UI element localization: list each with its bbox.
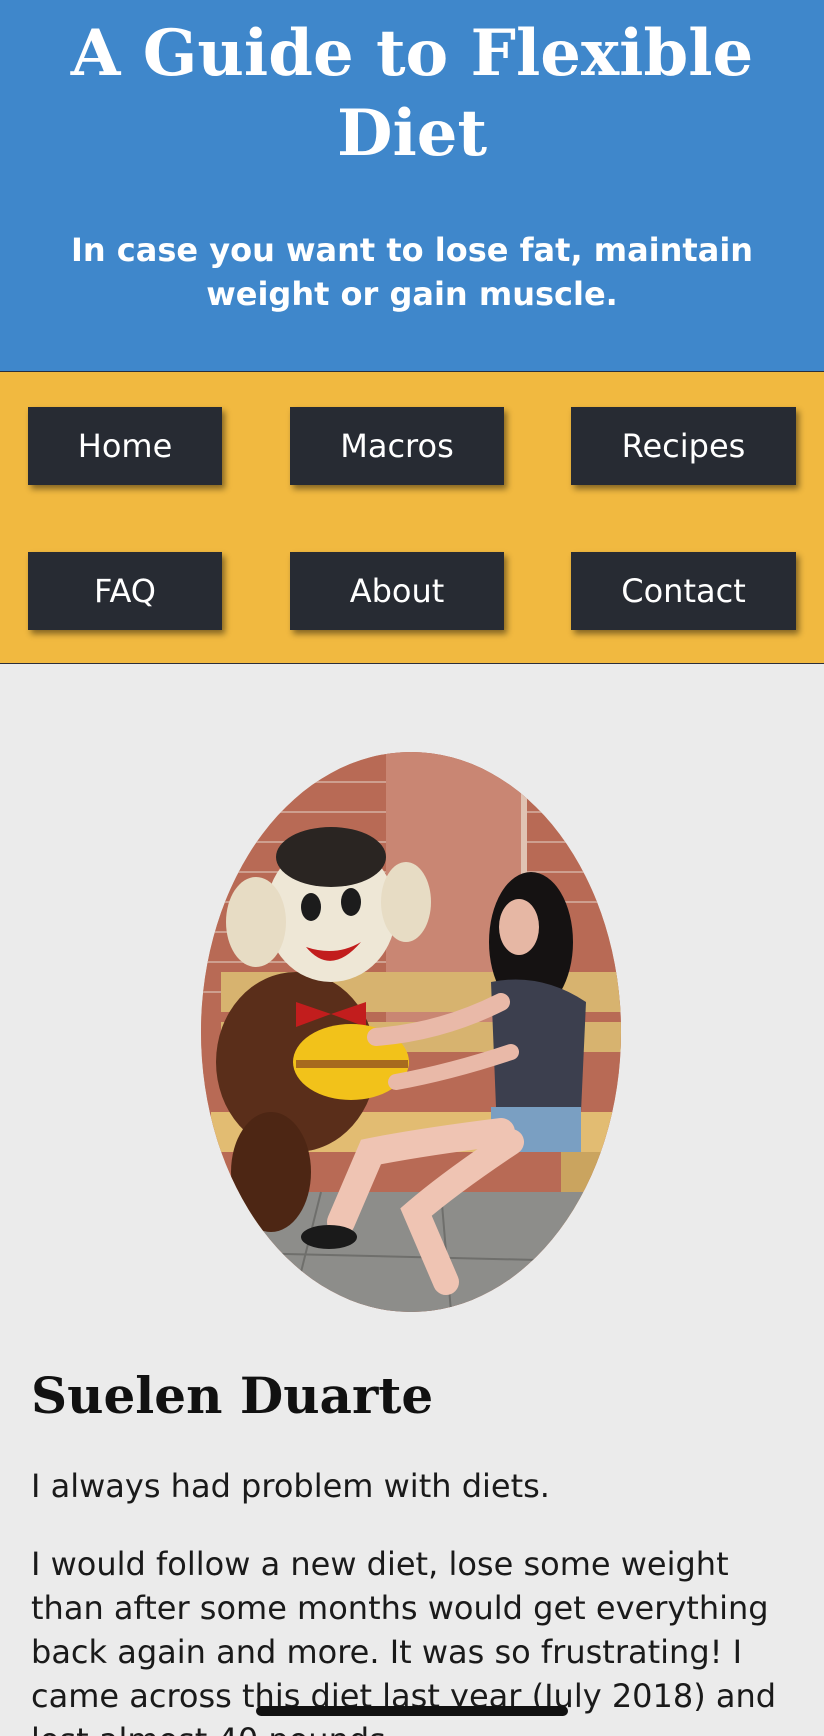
nav-contact-button[interactable]: Contact [571,552,796,630]
nav-faq-button[interactable]: FAQ [28,552,222,630]
site-subtitle: In case you want to lose fat, maintain w… [70,231,754,313]
profile-name: Suelen Duarte [31,1366,434,1425]
profile-photo [201,752,621,1312]
main-nav: Home Macros Recipes FAQ About Contact [0,372,824,664]
nav-about-button[interactable]: About [290,552,504,630]
about-content: Suelen Duarte I always had problem with … [0,664,824,1736]
profile-photo-illustration [201,752,621,1312]
nav-home-button[interactable]: Home [28,407,222,485]
site-title: A Guide to Flexible Diet [70,16,754,171]
home-indicator-bar[interactable] [256,1706,568,1716]
nav-macros-button[interactable]: Macros [290,407,504,485]
site-header: A Guide to Flexible Diet In case you wan… [0,0,824,372]
nav-recipes-button[interactable]: Recipes [571,407,796,485]
bio-paragraph-1: I always had problem with diets. [31,1467,550,1505]
